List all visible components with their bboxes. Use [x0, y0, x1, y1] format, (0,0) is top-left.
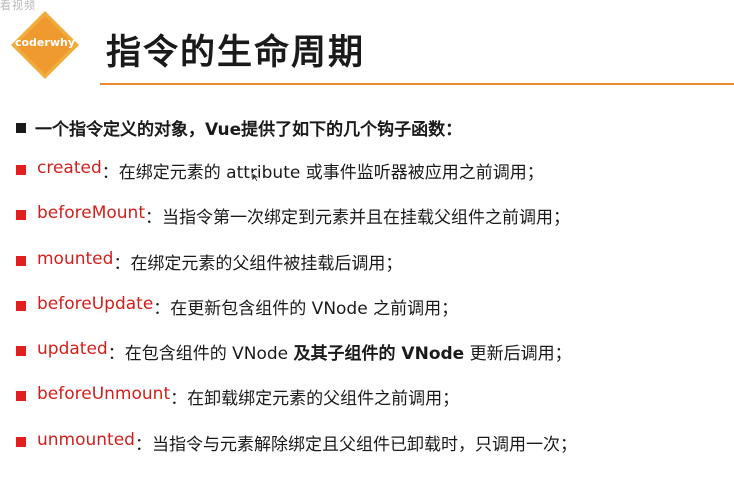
coderwhy-logo: coderwhy: [10, 10, 80, 80]
separator: ：: [113, 253, 131, 274]
hook-item-created: created ： 在绑定元素的 attribute 或事件监听器被应用之前调用…: [16, 158, 577, 203]
hook-name: beforeUpdate: [37, 293, 154, 314]
separator: ：: [134, 434, 152, 455]
separator: ：: [170, 389, 188, 410]
hook-name: created: [37, 158, 102, 178]
hook-item-beforeupdate: beforeUpdate ： 在更新包含组件的 VNode 之前调用；: [16, 294, 577, 339]
hook-item-mounted: mounted ： 在绑定元素的父组件被挂载后调用；: [16, 249, 577, 294]
mouse-cursor-icon: [251, 172, 260, 182]
hook-desc: 在卸载绑定元素的父组件之前调用；: [187, 389, 460, 410]
hook-list: created ： 在绑定元素的 attribute 或事件监听器被应用之前调用…: [16, 158, 577, 475]
square-bullet-icon: [16, 255, 26, 266]
separator: ：: [101, 163, 119, 183]
hook-desc: 在包含组件的 VNode 及其子组件的 VNode 更新后调用；: [125, 339, 572, 364]
separator: ：: [153, 298, 171, 319]
square-bullet-icon: [16, 346, 26, 357]
hook-name: unmounted: [37, 429, 135, 450]
hook-name: beforeUnmount: [37, 384, 171, 405]
square-bullet-icon: [16, 165, 26, 175]
hook-desc-part: 在包含组件的 VNode: [124, 344, 294, 365]
slide-title: 指令的生命周期: [106, 33, 366, 73]
square-bullet-icon: [16, 436, 26, 447]
hook-item-updated: updated ： 在包含组件的 VNode 及其子组件的 VNode 更新后调…: [16, 339, 577, 384]
hook-desc: 在绑定元素的 attribute 或事件监听器被应用之前调用；: [118, 163, 544, 183]
hook-desc: 当指令第一次绑定到元素并且在挂载父组件之前调用；: [162, 208, 570, 229]
hook-desc: 在绑定元素的父组件被挂载后调用；: [130, 253, 403, 274]
hook-item-unmounted: unmounted ： 当指令与元素解除绑定且父组件已卸载时，只调用一次；: [16, 430, 577, 475]
square-bullet-icon: [16, 391, 26, 402]
square-bullet-icon: [16, 122, 26, 133]
separator: ：: [107, 344, 125, 365]
hook-desc: 在更新包含组件的 VNode 之前调用；: [170, 298, 459, 319]
hook-desc: 当指令与元素解除绑定且父组件已卸载时，只调用一次；: [151, 434, 577, 455]
hook-item-beforemount: beforeMount ： 当指令第一次绑定到元素并且在挂载父组件之前调用；: [16, 203, 577, 248]
intro-text: 一个指令定义的对象，Vue提供了如下的几个钩子函数：: [35, 120, 463, 140]
separator: ：: [145, 208, 162, 229]
hook-name: beforeMount: [37, 203, 145, 224]
square-bullet-icon: [16, 300, 26, 311]
logo-text: coderwhy: [14, 36, 75, 49]
square-bullet-icon: [16, 210, 26, 221]
hook-item-beforeunmount: beforeUnmount ： 在卸载绑定元素的父组件之前调用；: [16, 384, 577, 429]
hook-name: updated: [37, 339, 108, 360]
title-divider: [100, 83, 734, 85]
hook-desc-part: 更新后调用；: [464, 344, 572, 365]
hook-desc-bold: 及其子组件的 VNode: [293, 344, 465, 365]
hook-name: mounted: [37, 248, 114, 269]
intro-line: 一个指令定义的对象，Vue提供了如下的几个钩子函数：: [16, 115, 462, 140]
